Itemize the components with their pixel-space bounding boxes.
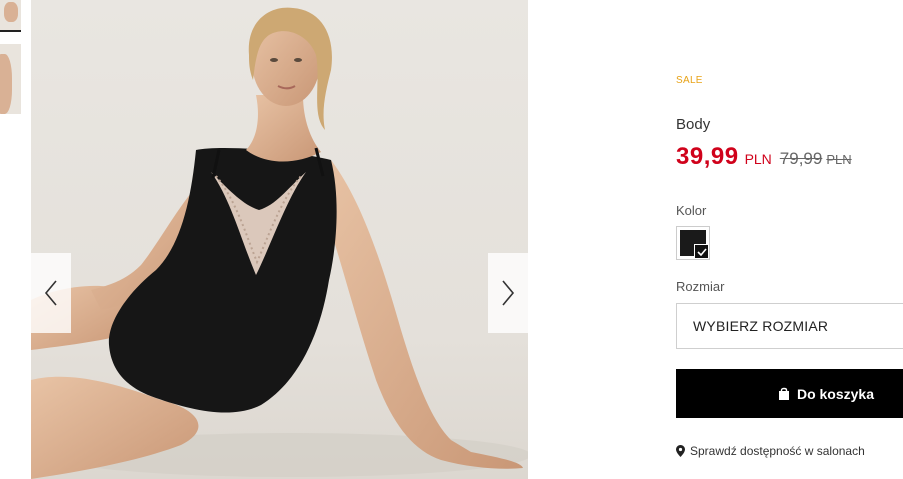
thumbnail-1[interactable] (0, 0, 21, 30)
add-to-cart-label: Do koszyka (796, 385, 875, 402)
store-availability-label: Sprawdź dostępność w salonach (690, 444, 865, 458)
check-icon (694, 244, 709, 259)
product-photo-illustration (31, 0, 528, 479)
current-price: 39,99 (676, 143, 739, 170)
old-currency: PLN (826, 152, 852, 167)
product-info-panel: SALE Body 39,99 PLN 79,99 PLN Kolor Rozmiar… (676, 0, 903, 479)
chevron-right-icon (502, 280, 515, 306)
price-row: 39,99 PLN 79,99 PLN (676, 143, 852, 171)
current-currency: PLN (744, 151, 772, 167)
store-availability-link[interactable]: Sprawdź dostępność w salonach (676, 444, 865, 458)
sale-badge: SALE (676, 75, 703, 86)
gallery-next-button[interactable] (488, 253, 528, 333)
map-pin-icon (676, 445, 685, 457)
size-label: Rozmiar (676, 279, 725, 294)
old-price: 79,99 (779, 149, 823, 168)
thumbnail-strip (0, 0, 22, 479)
size-select[interactable]: WYBIERZ ROZMIAR (676, 303, 903, 349)
thumbnail-2[interactable] (0, 44, 21, 114)
add-to-cart-button[interactable]: Do koszyka (676, 369, 903, 418)
gallery-prev-button[interactable] (31, 253, 71, 333)
product-name: Body (676, 116, 711, 133)
thumbnail-active-indicator (0, 30, 21, 32)
color-label: Kolor (676, 203, 707, 218)
shopping-bag-icon (778, 387, 790, 400)
product-image (31, 0, 528, 479)
color-swatch-black[interactable] (676, 226, 710, 260)
chevron-left-icon (44, 280, 57, 306)
size-select-value: WYBIERZ ROZMIAR (693, 318, 829, 334)
